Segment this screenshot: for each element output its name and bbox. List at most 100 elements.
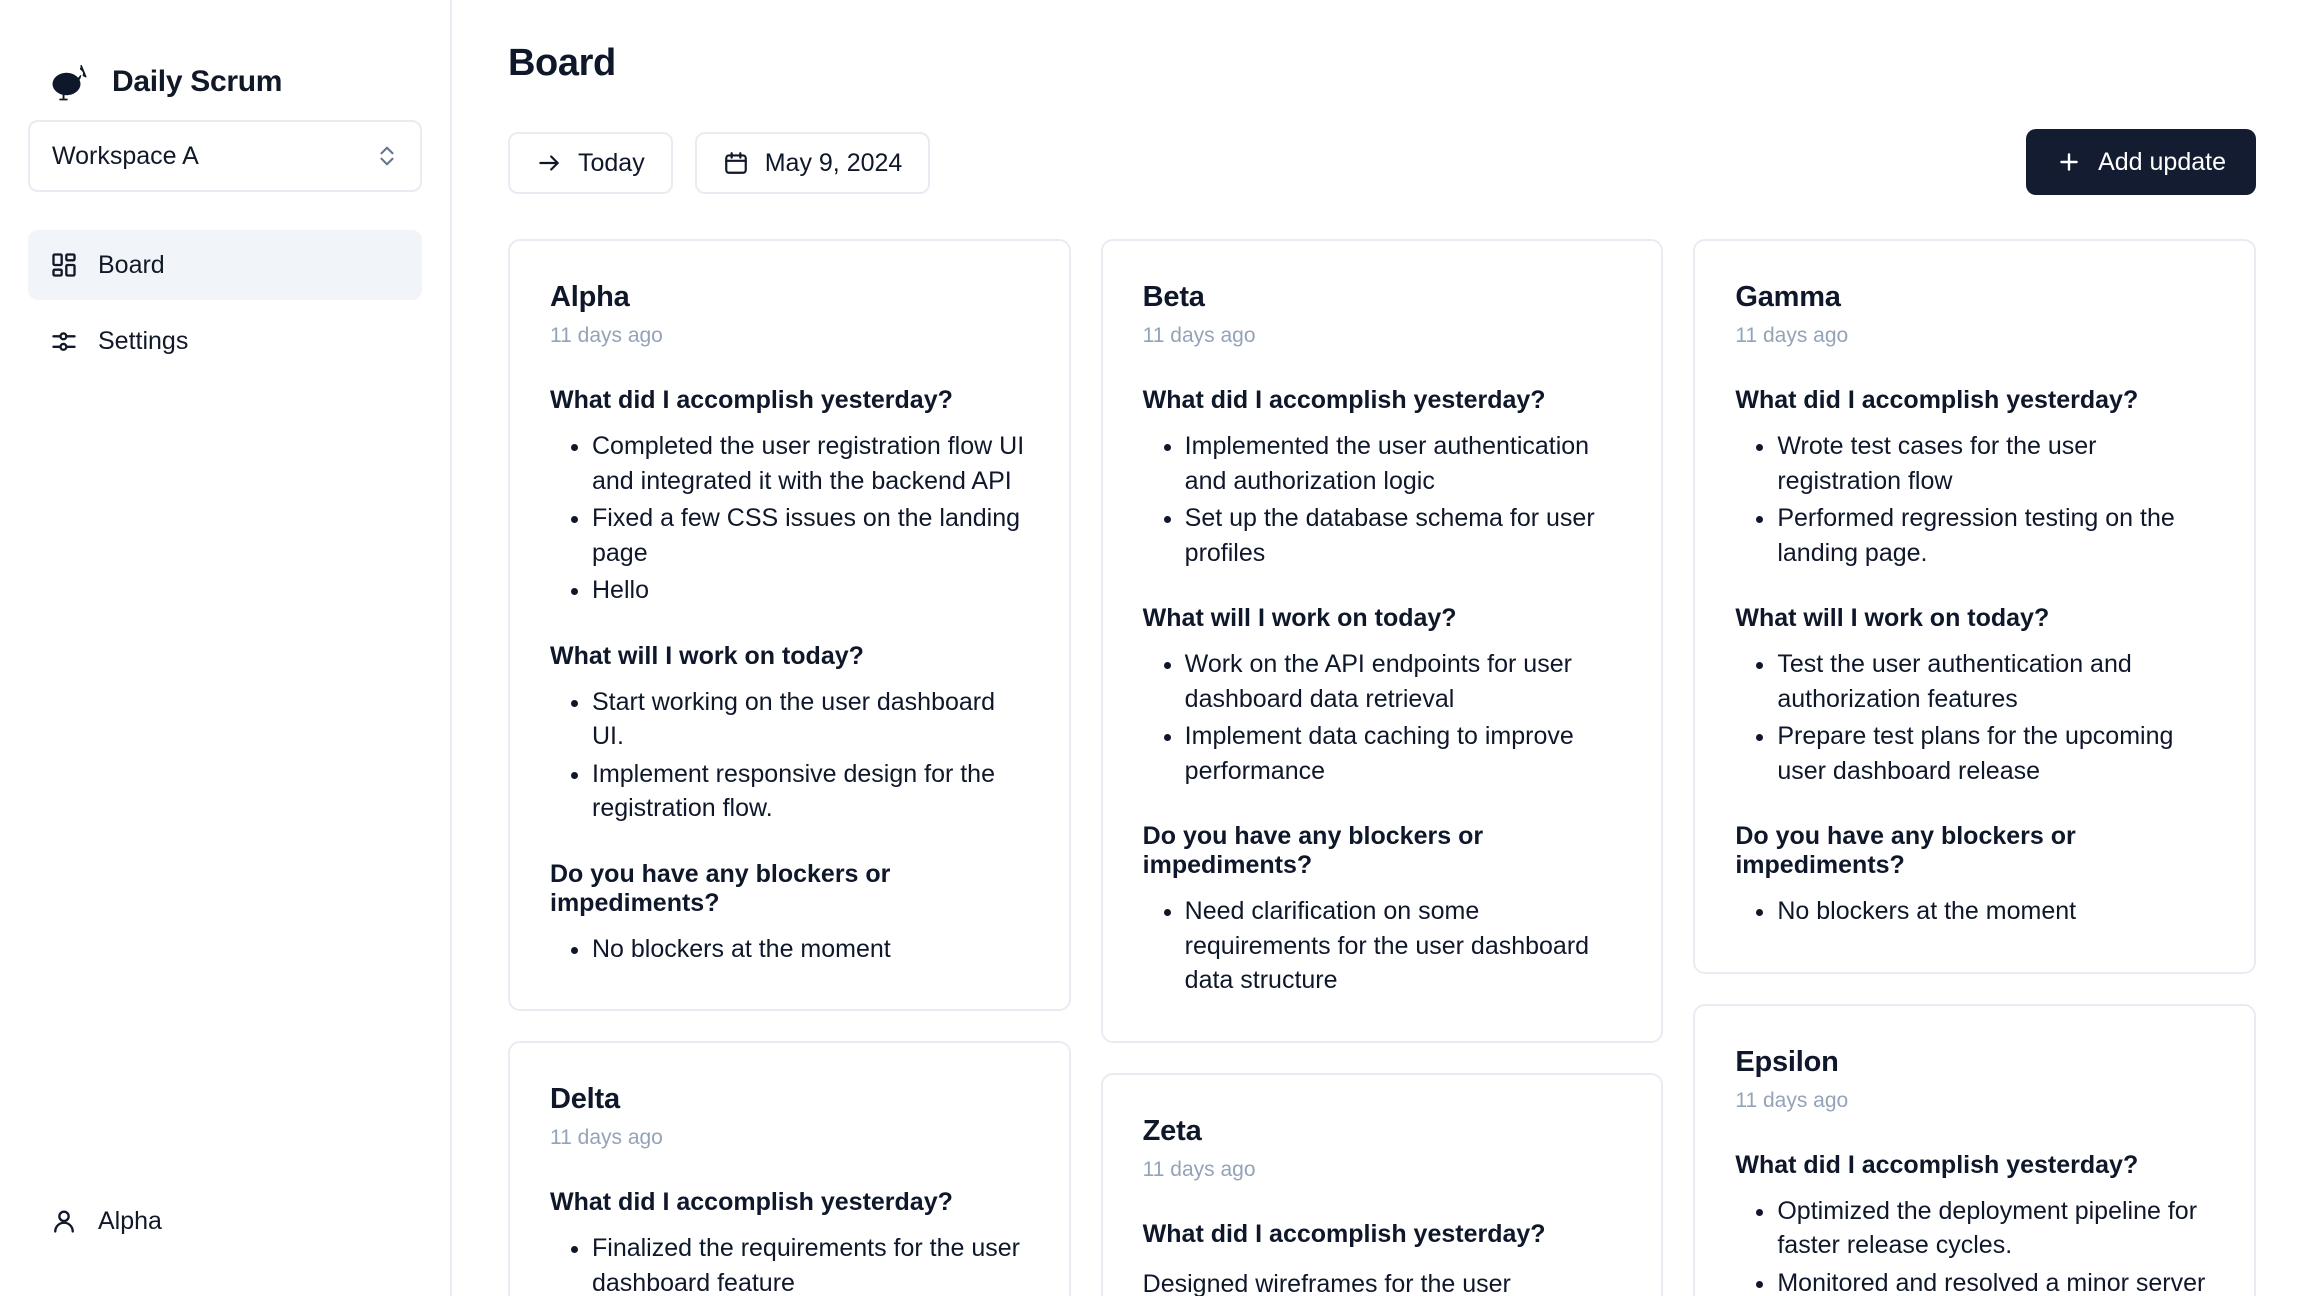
sidebar-item-settings[interactable]: Settings xyxy=(28,306,422,376)
chevrons-up-down-icon xyxy=(376,141,398,171)
page-title: Board xyxy=(508,42,616,84)
date-picker-label: May 9, 2024 xyxy=(764,148,903,177)
sidebar-nav: Board Settings xyxy=(28,230,422,376)
update-section: What did I accomplish yesterday? Complete… xyxy=(550,386,1031,608)
update-section: What will I work on today? Work on the AP… xyxy=(1143,604,1624,788)
calendar-icon xyxy=(723,150,749,176)
board-grid: Alpha 11 days ago What did I accomplish ye… xyxy=(508,239,2257,1296)
update-section: What will I work on today? Start working … xyxy=(550,642,1031,826)
update-list-item: Hello xyxy=(592,573,1031,608)
update-list-item: Completed the user registration flow UI … xyxy=(592,429,1031,498)
update-section: What did I accomplish yesterday? Optimize… xyxy=(1735,1151,2216,1296)
add-update-button[interactable]: Add update xyxy=(2026,129,2256,195)
update-section-question: Do you have any blockers or impediments? xyxy=(550,859,891,917)
sidebar-item-board[interactable]: Board xyxy=(28,230,422,300)
sidebar-user-name: Alpha xyxy=(98,1206,162,1235)
update-section-question: Do you have any blockers or impediments? xyxy=(1142,822,1484,879)
update-card[interactable]: Beta 11 days ago What did I accomplish yes… xyxy=(1100,239,1664,1043)
update-list-item: Finalized the requirements for the user … xyxy=(592,1231,1031,1296)
update-section-list: Test the user authentication and authori… xyxy=(1735,647,2216,788)
update-section-question: What will I work on today? xyxy=(1142,604,1457,632)
update-section-question: What will I work on today? xyxy=(550,641,864,670)
user-icon xyxy=(50,1207,78,1235)
update-card-title: Beta xyxy=(1142,281,1205,313)
today-button-label: Today xyxy=(578,148,645,177)
update-list-item: No blockers at the moment xyxy=(1777,894,2216,929)
sidebar-user[interactable]: Alpha xyxy=(28,1186,422,1256)
update-section-list: No blockers at the moment xyxy=(1735,894,2216,929)
toolbar: Today May 9, 2024 Add update xyxy=(508,129,2256,197)
main-content: Board Today May 9, 2024 Add update Alpha… xyxy=(452,0,2304,1296)
update-section-question: What did I accomplish yesterday? xyxy=(550,1188,953,1216)
update-card-title: Zeta xyxy=(1142,1114,1202,1147)
update-list-item: Optimized the deployment pipeline for fa… xyxy=(1777,1194,2216,1263)
arrow-right-icon xyxy=(536,150,562,176)
plus-icon xyxy=(2056,149,2082,175)
update-card-timestamp: 11 days ago xyxy=(550,324,663,347)
update-card[interactable]: Zeta 11 days ago What did I accomplish yes… xyxy=(1100,1072,1664,1296)
update-section-question: What will I work on today? xyxy=(1735,604,2050,632)
update-list-item: Performed regression testing on the land… xyxy=(1777,501,2216,570)
update-section-question: Do you have any blockers or impediments? xyxy=(1735,822,2076,879)
update-section-list: Completed the user registration flow UI … xyxy=(550,429,1031,608)
sidebar: Daily Scrum Workspace A Board Settings A… xyxy=(0,0,452,1296)
update-section: Do you have any blockers or impediments?… xyxy=(1143,822,1624,998)
update-list-item: No blockers at the moment xyxy=(592,932,1031,967)
update-list-item: Implement responsive design for the regi… xyxy=(592,757,1031,826)
update-card-timestamp: 11 days ago xyxy=(1735,1088,1849,1112)
update-list-item: Implemented the user authentication and … xyxy=(1185,429,1624,498)
update-card-timestamp: 11 days ago xyxy=(1735,324,1849,347)
update-section-question: What did I accomplish yesterday? xyxy=(1142,386,1546,414)
kiwi-bird-icon xyxy=(50,62,96,102)
update-card-body: What did I accomplish yesterday? Complete… xyxy=(550,386,1031,966)
update-list-item: Implement data caching to improve perfor… xyxy=(1185,719,1624,788)
update-card[interactable]: Epsilon 11 days ago What did I accomplish … xyxy=(1693,1003,2257,1296)
date-picker-button[interactable]: May 9, 2024 xyxy=(694,132,931,194)
board-column: Alpha 11 days ago What did I accomplish ye… xyxy=(508,239,1071,1296)
workspace-value: Workspace A xyxy=(52,141,199,170)
board-column: Beta 11 days ago What did I accomplish yes… xyxy=(1100,239,1664,1296)
update-card[interactable]: Gamma 11 days ago What did I accomplish ye… xyxy=(1693,239,2257,974)
update-section-list: Need clarification on some requirements … xyxy=(1143,894,1624,998)
today-button[interactable]: Today xyxy=(508,132,673,194)
update-card-title: Delta xyxy=(550,1083,620,1115)
update-list-item: Work on the API endpoints for user dashb… xyxy=(1185,647,1624,716)
update-card-timestamp: 11 days ago xyxy=(1142,1157,1256,1181)
update-list-item: Wrote test cases for the user registrati… xyxy=(1777,429,2216,498)
update-card[interactable]: Alpha 11 days ago What did I accomplish ye… xyxy=(508,239,1071,1011)
update-card-title: Alpha xyxy=(550,281,630,313)
update-card-body: What did I accomplish yesterday? Optimize… xyxy=(1735,1151,2216,1296)
sidebar-item-settings-label: Settings xyxy=(98,326,189,355)
update-section-list: Wrote test cases for the user registrati… xyxy=(1735,429,2216,570)
update-section-question: What did I accomplish yesterday? xyxy=(1142,1219,1546,1248)
brand: Daily Scrum xyxy=(28,0,422,120)
update-list-item: Need clarification on some requirements … xyxy=(1185,894,1624,998)
update-list-item: Monitored and resolved a minor server is… xyxy=(1777,1266,2216,1296)
update-card-body: What did I accomplish yesterday? Wrote te… xyxy=(1735,386,2216,929)
update-section: Do you have any blockers or impediments?… xyxy=(550,860,1031,967)
update-list-item: Start working on the user dashboard UI. xyxy=(592,685,1031,754)
update-section: Do you have any blockers or impediments?… xyxy=(1735,822,2216,929)
sidebar-item-board-label: Board xyxy=(98,250,165,279)
update-section-question: What did I accomplish yesterday? xyxy=(550,386,953,414)
update-section-list: No blockers at the moment xyxy=(550,932,1031,967)
update-card[interactable]: Delta 11 days ago What did I accomplish ye… xyxy=(508,1041,1071,1296)
update-section-list: Start working on the user dashboard UI.I… xyxy=(550,685,1031,826)
app-root: Daily Scrum Workspace A Board Settings A… xyxy=(0,0,2304,1296)
workspace-selector[interactable]: Workspace A xyxy=(28,120,422,192)
update-section: What did I accomplish yesterday? Designed… xyxy=(1143,1220,1624,1296)
update-section-list: Implemented the user authentication and … xyxy=(1143,429,1624,570)
update-section: What did I accomplish yesterday? Finalize… xyxy=(550,1188,1031,1296)
update-list-item: Fixed a few CSS issues on the landing pa… xyxy=(592,501,1031,570)
update-section-list: Work on the API endpoints for user dashb… xyxy=(1143,647,1624,788)
update-section-list: Finalized the requirements for the user … xyxy=(550,1231,1031,1296)
board-column: Gamma 11 days ago What did I accomplish ye… xyxy=(1693,239,2257,1296)
update-section: What did I accomplish yesterday? Wrote te… xyxy=(1735,386,2216,570)
update-card-title: Epsilon xyxy=(1735,1045,1839,1078)
update-section: What did I accomplish yesterday? Implemen… xyxy=(1143,386,1624,570)
update-list-item: Prepare test plans for the upcoming user… xyxy=(1777,719,2216,788)
update-paragraph: Designed wireframes for the user dashboa… xyxy=(1142,1269,1511,1296)
update-card-timestamp: 11 days ago xyxy=(1142,324,1256,347)
update-list-item: Test the user authentication and authori… xyxy=(1777,647,2216,716)
brand-name: Daily Scrum xyxy=(112,65,283,98)
